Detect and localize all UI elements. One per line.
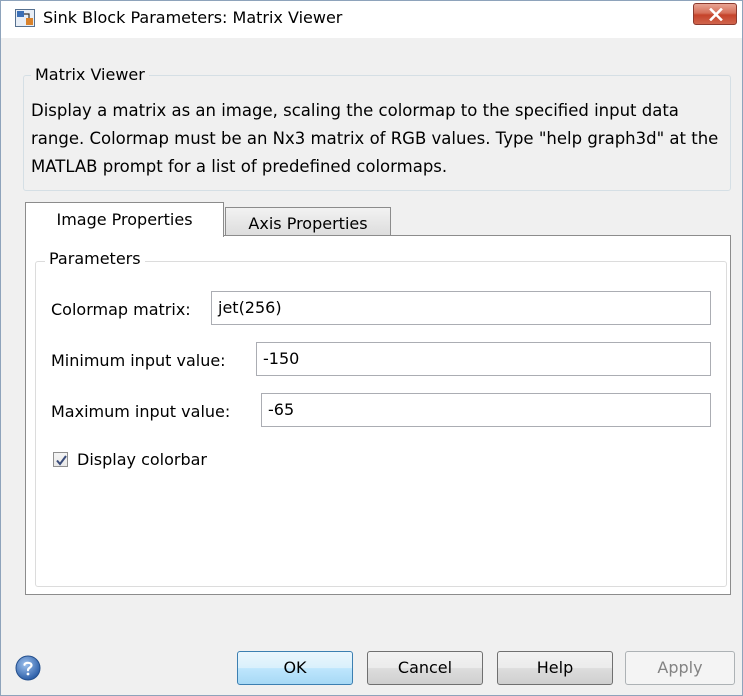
minimum-input-value-label: Minimum input value: [51,351,226,370]
checkmark-icon [56,455,67,466]
parameters-group-legend: Parameters [45,249,145,268]
window-title: Sink Block Parameters: Matrix Viewer [43,8,343,27]
minimum-input-value-input[interactable]: -150 [256,342,711,376]
tab-axis-properties[interactable]: Axis Properties [225,207,391,236]
tab-image-properties[interactable]: Image Properties [25,202,224,237]
colormap-matrix-input[interactable]: jet(256) [211,291,711,325]
block-description: Display a matrix as an image, scaling th… [31,101,719,176]
title-bar[interactable]: Sink Block Parameters: Matrix Viewer [1,1,742,39]
close-button[interactable] [693,3,737,25]
simulink-block-icon [15,9,35,27]
colormap-matrix-label: Colormap matrix: [51,300,191,319]
help-button[interactable]: Help [497,651,613,685]
cancel-button[interactable]: Cancel [367,651,483,685]
ok-button[interactable]: OK [237,651,353,685]
tab-image-properties-label: Image Properties [56,210,193,229]
display-colorbar-label[interactable]: Display colorbar [77,450,207,469]
apply-button[interactable]: Apply [625,651,735,685]
close-icon [709,8,723,21]
dialog-window: Sink Block Parameters: Matrix Viewer Mat… [0,0,743,696]
maximum-input-value-label: Maximum input value: [51,402,231,421]
help-question-icon[interactable] [15,655,41,681]
display-colorbar-checkbox[interactable] [53,452,68,467]
description-group-legend: Matrix Viewer [31,65,149,84]
tab-axis-properties-label: Axis Properties [248,214,368,233]
maximum-input-value-input[interactable]: -65 [261,393,711,427]
